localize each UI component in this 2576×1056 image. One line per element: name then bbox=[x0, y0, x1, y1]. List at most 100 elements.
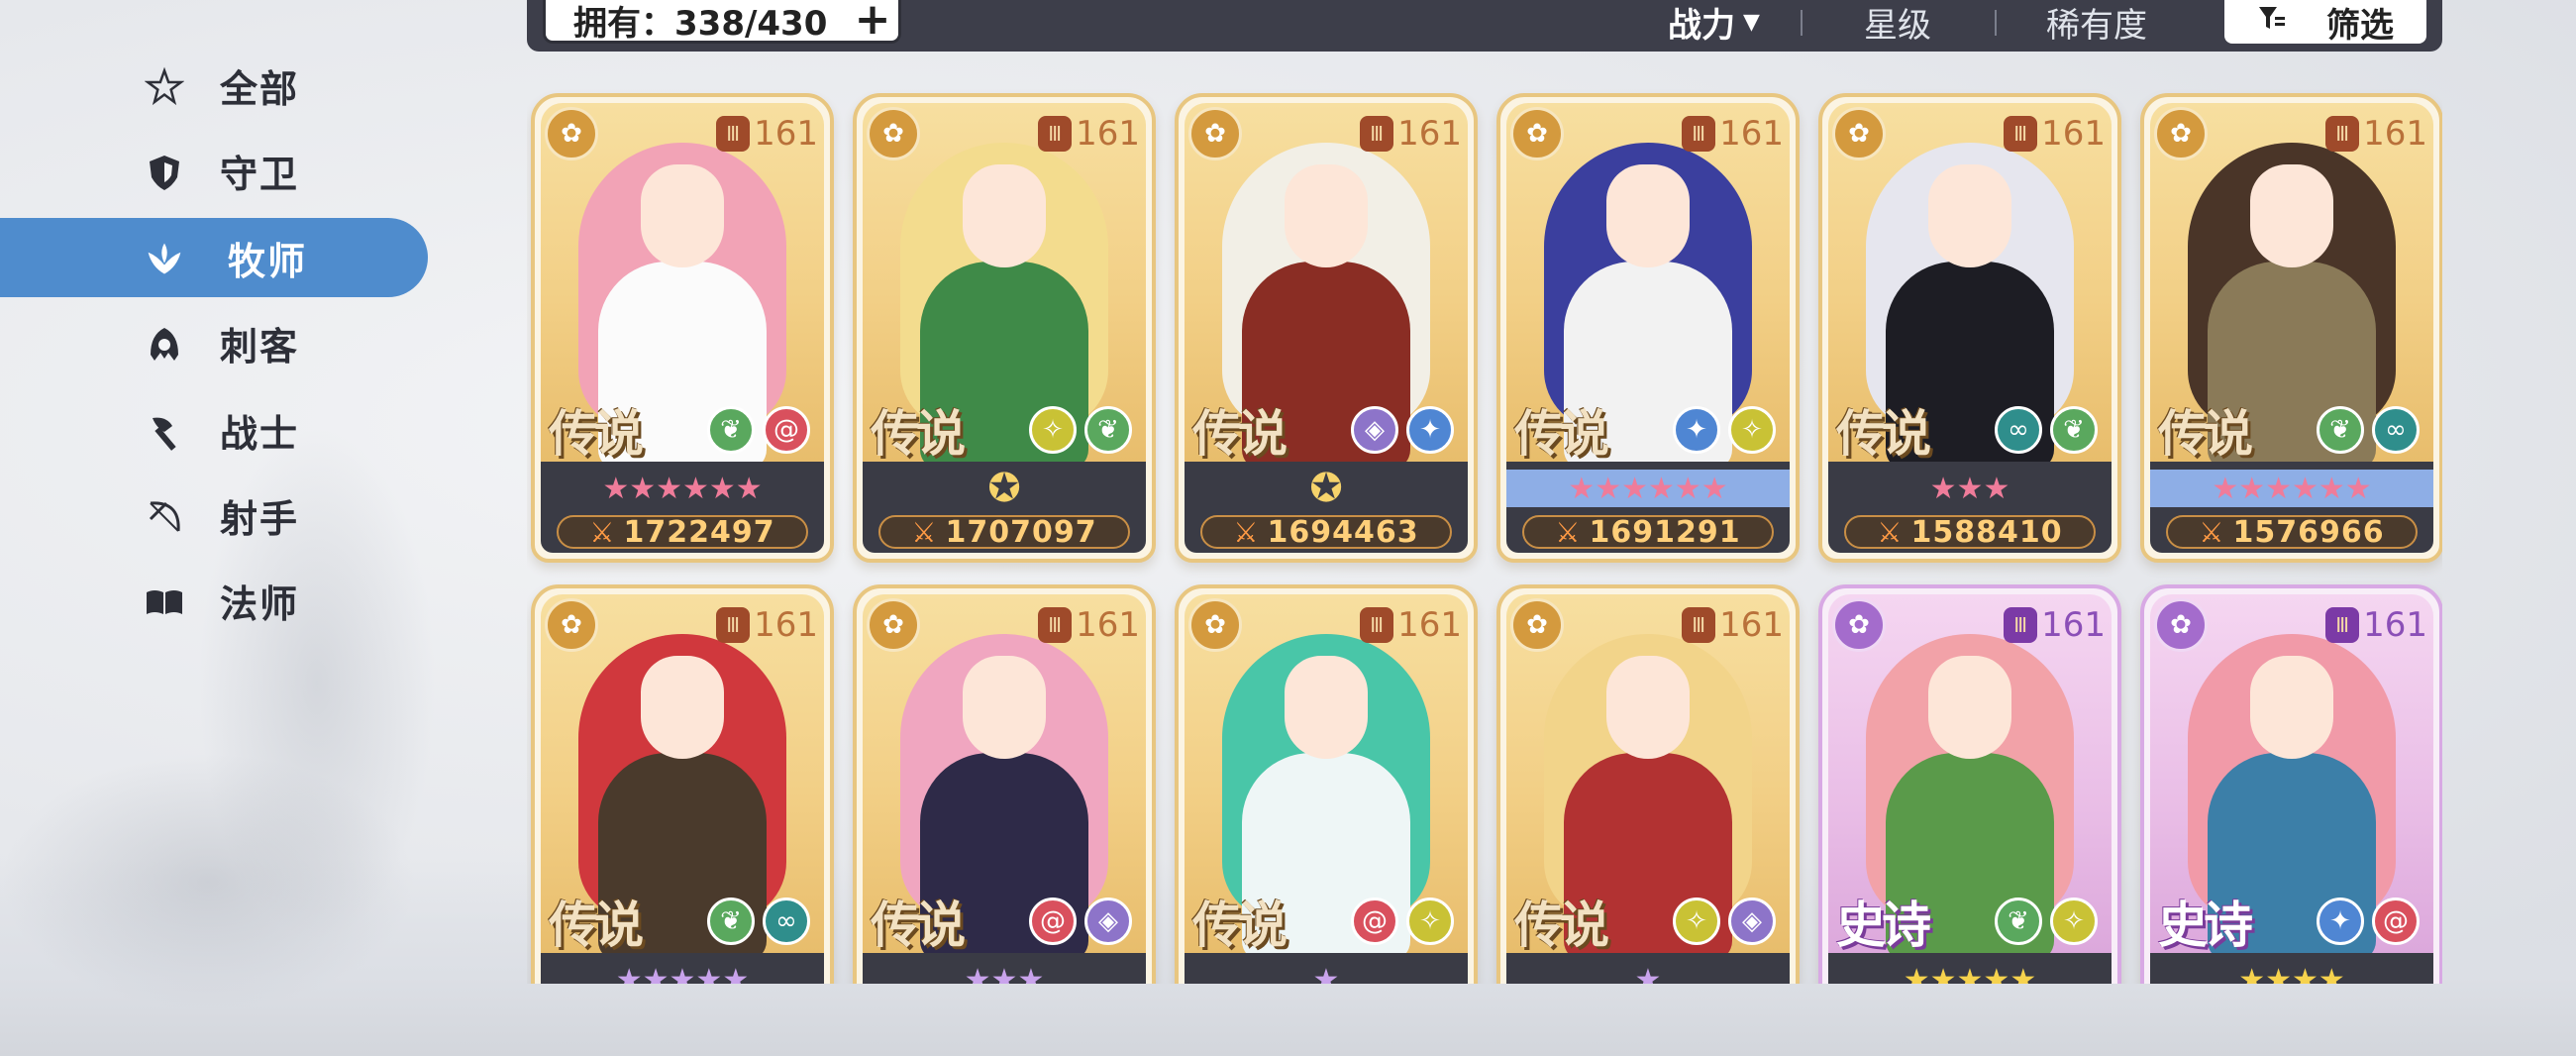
hero-level: Ⅲ 161 bbox=[1360, 604, 1462, 646]
hero-level: Ⅲ 161 bbox=[1038, 604, 1140, 646]
class-priest-icon: ✿ bbox=[867, 107, 920, 160]
class-priest-icon: ✿ bbox=[2154, 107, 2208, 160]
hood-icon bbox=[145, 325, 184, 365]
class-priest-icon: ✿ bbox=[1832, 598, 1886, 652]
star-rating: ★★★★★★ bbox=[1506, 470, 1790, 507]
sort-by-power[interactable]: 战力 ▼ bbox=[1668, 0, 1760, 46]
owned-count-box: 拥有：338/430 + bbox=[543, 0, 901, 44]
level-value: 161 bbox=[2041, 114, 2106, 154]
infinity-element-icon: ∞ bbox=[763, 898, 810, 945]
eye-element-icon: ◈ bbox=[1351, 406, 1398, 454]
sidebar-item-label: 全部 bbox=[220, 66, 300, 111]
axe-icon bbox=[145, 412, 184, 452]
hero-card[interactable]: ✿ Ⅲ 161 传说 ✧ ◈ ★ bbox=[1496, 584, 1800, 984]
sidebar-item-warrior[interactable]: 战士 bbox=[0, 390, 428, 470]
hero-level: Ⅲ 161 bbox=[1038, 113, 1140, 155]
sidebar-item-label: 刺客 bbox=[220, 324, 300, 369]
hero-card[interactable]: ✿ Ⅲ 161 传说 @ ◈ ★★★ bbox=[853, 584, 1156, 984]
rarity-label: 传说 bbox=[871, 404, 966, 463]
rarity-label: 传说 bbox=[1514, 404, 1609, 463]
level-icon: Ⅲ bbox=[1360, 607, 1394, 643]
star-rating: ✪ bbox=[1309, 466, 1343, 511]
crossed-swords-icon: ⚔ bbox=[589, 515, 616, 549]
infinity-element-icon: ∞ bbox=[1995, 406, 2042, 454]
star-rating: ★ bbox=[1634, 962, 1662, 985]
combat-power-badge: ⚔ 1694463 bbox=[1200, 515, 1452, 550]
rarity-label: 传说 bbox=[549, 404, 644, 463]
sidebar-item-all[interactable]: 全部 bbox=[0, 46, 428, 125]
class-priest-icon: ✿ bbox=[1832, 107, 1886, 160]
class-priest-icon: ✿ bbox=[545, 598, 598, 652]
sidebar-item-label: 法师 bbox=[220, 581, 300, 626]
star-rating: ★★★★★★ bbox=[2150, 470, 2433, 507]
sidebar-item-archer[interactable]: 射手 bbox=[0, 475, 428, 555]
expand-capacity-button[interactable]: + bbox=[853, 0, 892, 42]
sidebar-item-priest[interactable]: 牧师 bbox=[0, 218, 428, 297]
level-icon: Ⅲ bbox=[1360, 116, 1394, 152]
crossed-swords-icon: ⚔ bbox=[1877, 515, 1904, 549]
hero-card[interactable]: ✿ Ⅲ 161 史诗 ✦ @ ★★★★ bbox=[2140, 584, 2442, 984]
wing-element-icon: ✧ bbox=[1673, 898, 1720, 945]
star-element-icon: ✦ bbox=[1406, 406, 1454, 454]
hero-card[interactable]: ✿ Ⅲ 161 传说 ◈ ✦ ✪ ⚔ 1694463 bbox=[1175, 93, 1478, 563]
level-icon: Ⅲ bbox=[1038, 607, 1073, 643]
combat-power-badge: ⚔ 1588410 bbox=[1844, 514, 2096, 550]
sort-power-label: 战力 bbox=[1668, 5, 1735, 46]
sidebar-item-mage[interactable]: 法师 bbox=[0, 561, 428, 640]
rarity-label: 传说 bbox=[1836, 404, 1931, 463]
book-icon bbox=[145, 582, 184, 622]
sidebar-item-guardian[interactable]: 守卫 bbox=[0, 131, 428, 210]
hero-card[interactable]: ✿ Ⅲ 161 传说 ∞ ❦ ★★★ ⚔ 1588410 bbox=[1818, 93, 2121, 563]
sidebar-item-assassin[interactable]: 刺客 bbox=[0, 303, 428, 382]
combat-power-value: 1707097 bbox=[945, 514, 1097, 550]
level-value: 161 bbox=[1397, 605, 1462, 645]
sidebar-item-label: 守卫 bbox=[220, 152, 300, 196]
level-value: 161 bbox=[1076, 605, 1140, 645]
crossed-swords-icon: ⚔ bbox=[911, 515, 938, 549]
combat-power-value: 1588410 bbox=[1910, 514, 2063, 550]
sort-by-rarity[interactable]: 稀有度 bbox=[2046, 0, 2147, 46]
star-rating: ★★★★★★ bbox=[602, 471, 763, 506]
hero-card[interactable]: ✿ Ⅲ 161 传说 @ ✧ ★ bbox=[1175, 584, 1478, 984]
background-rock bbox=[0, 753, 416, 1010]
level-value: 161 bbox=[754, 605, 818, 645]
crossed-swords-icon: ⚔ bbox=[1555, 515, 1582, 549]
level-icon: Ⅲ bbox=[1682, 116, 1716, 152]
level-value: 161 bbox=[754, 114, 818, 154]
level-icon: Ⅲ bbox=[1682, 607, 1716, 643]
star-rating: ✪ bbox=[987, 466, 1021, 511]
wing-element-icon: ✧ bbox=[1029, 406, 1077, 454]
spiral-element-icon: @ bbox=[1351, 898, 1398, 945]
hero-card[interactable]: ✿ Ⅲ 161 传说 ✧ ❦ ✪ ⚔ 1707097 bbox=[853, 93, 1156, 563]
sort-by-star[interactable]: 星级 bbox=[1864, 0, 1931, 46]
star-element-icon: ✦ bbox=[1673, 406, 1720, 454]
infinity-element-icon: ∞ bbox=[2372, 406, 2420, 454]
eye-element-icon: ◈ bbox=[1728, 898, 1776, 945]
level-icon: Ⅲ bbox=[2004, 607, 2038, 643]
eye-element-icon: ◈ bbox=[1084, 898, 1132, 945]
star-rating: ★★★★★ bbox=[615, 962, 750, 985]
level-value: 161 bbox=[2363, 114, 2427, 154]
rarity-label: 传说 bbox=[2158, 404, 2253, 463]
combat-power-badge: ⚔ 1722497 bbox=[557, 515, 808, 550]
nature-element-icon: ❦ bbox=[707, 898, 755, 945]
hero-card[interactable]: ✿ Ⅲ 161 传说 ❦ ∞ ★★★★★★ ⚔ 1576966 bbox=[2140, 93, 2442, 563]
divider bbox=[1995, 10, 1997, 36]
hero-card[interactable]: ✿ Ⅲ 161 史诗 ❦ ✧ ★★★★★ bbox=[1818, 584, 2121, 984]
level-value: 161 bbox=[2363, 605, 2427, 645]
filter-button[interactable]: 筛选 bbox=[2224, 0, 2426, 46]
combat-power-badge: ⚔ 1691291 bbox=[1522, 515, 1774, 550]
sidebar-item-label: 牧师 bbox=[228, 239, 308, 283]
hero-card[interactable]: ✿ Ⅲ 161 传说 ❦ @ ★★★★★★ ⚔ 1722497 bbox=[531, 93, 834, 563]
hero-card[interactable]: ✿ Ⅲ 161 传说 ✦ ✧ ★★★★★★ ⚔ 1691291 bbox=[1496, 93, 1800, 563]
owned-count-label: 拥有：338/430 bbox=[573, 4, 828, 44]
level-icon: Ⅲ bbox=[2004, 116, 2038, 152]
level-value: 161 bbox=[1076, 114, 1140, 154]
wing-element-icon: ✧ bbox=[1728, 406, 1776, 454]
rarity-label: 史诗 bbox=[2158, 896, 2253, 954]
level-value: 161 bbox=[1719, 605, 1784, 645]
hero-card[interactable]: ✿ Ⅲ 161 传说 ❦ ∞ ★★★★★ bbox=[531, 584, 834, 984]
filter-icon bbox=[2257, 2, 2287, 42]
crossed-swords-icon: ⚔ bbox=[2199, 515, 2225, 549]
nature-element-icon: ❦ bbox=[2317, 406, 2364, 454]
